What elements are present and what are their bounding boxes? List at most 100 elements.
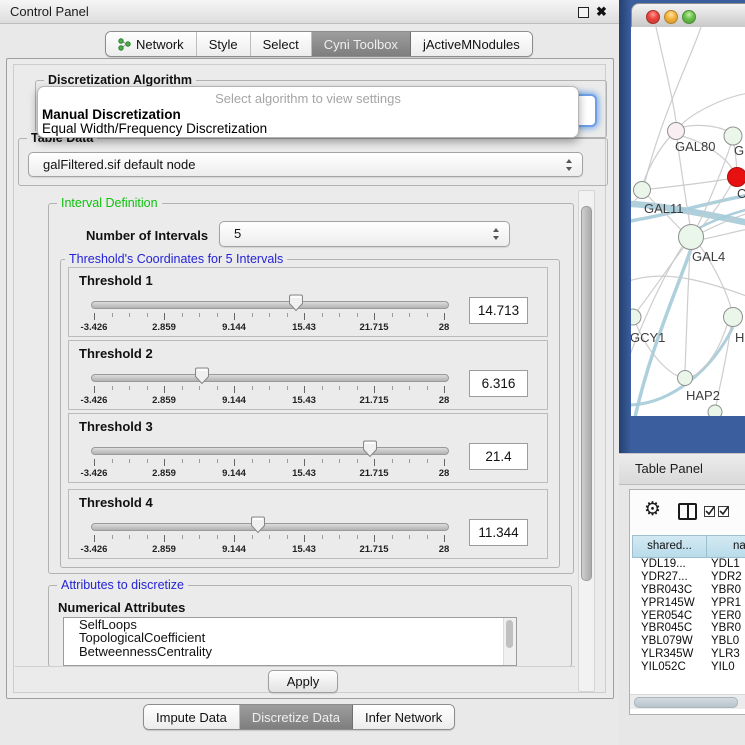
table-row[interactable]: YLR345WYLR3 [632, 648, 744, 661]
panel-title: Control Panel [10, 0, 89, 23]
tick-mark [304, 535, 305, 542]
table-row[interactable]: YIL052CYIL0 [632, 661, 744, 673]
minimize-traffic-light-icon[interactable] [664, 10, 678, 24]
table-header: shared... na [630, 535, 745, 557]
table-horizontal-scrollbar[interactable] [630, 694, 745, 709]
table-data-selected-value: galFiltered.sif default node [43, 153, 195, 176]
tick-mark [392, 535, 393, 539]
tick-mark [427, 459, 428, 463]
scrollbar-thumb[interactable] [634, 697, 738, 708]
network-edge[interactable] [704, 229, 745, 239]
list-item[interactable]: SelfLoops [64, 618, 516, 631]
numerical-attributes-list[interactable]: SelfLoopsTopologicalCoefficientBetweenne… [63, 617, 517, 666]
tick-mark [94, 386, 95, 393]
tick-mark [269, 535, 270, 539]
network-node[interactable] [634, 182, 651, 199]
tab-network[interactable]: Network [106, 32, 197, 56]
tick-mark [287, 535, 288, 539]
table-row[interactable]: YER054CYER0 [632, 610, 744, 623]
tab-cyni-toolbox[interactable]: Cyni Toolbox [312, 32, 411, 56]
network-edge[interactable] [637, 247, 684, 311]
settings-scrollbar[interactable] [578, 190, 595, 692]
network-node[interactable] [728, 168, 745, 187]
column-header-shared-name[interactable]: shared... [632, 535, 707, 558]
slider-handle[interactable] [362, 440, 378, 458]
table-row[interactable]: YBL079W YBL0 [632, 635, 744, 648]
scrollbar-thumb[interactable] [581, 206, 592, 581]
tick-mark [304, 386, 305, 393]
network-node[interactable] [724, 308, 743, 327]
network-node[interactable] [708, 405, 722, 416]
slider-handle[interactable] [194, 367, 210, 385]
float-window-icon[interactable] [578, 7, 589, 18]
popup-option-equal-width-frequency[interactable]: Equal Width/Frequency Discretization [42, 121, 267, 136]
cell-name: YLR3 [711, 648, 740, 660]
list-item[interactable]: TopologicalCoefficient [64, 631, 516, 644]
table-rows[interactable]: YDL19...YDL1YDR27...YDR2YBR043CYBR0YPR14… [632, 558, 744, 673]
table-row[interactable]: YPR145WYPR1 [632, 597, 744, 610]
tab-jactivemnodules[interactable]: jActiveMNodules [411, 32, 532, 56]
apply-button[interactable]: Apply [268, 670, 338, 693]
attributes-scrollbar[interactable] [503, 618, 516, 665]
scrollbar-thumb[interactable] [506, 620, 513, 648]
tab-style[interactable]: Style [197, 32, 251, 56]
slider-track[interactable] [91, 447, 449, 455]
threshold-value-field[interactable]: 11.344 [469, 519, 528, 546]
popup-option-manual-discretization[interactable]: Manual Discretization [42, 107, 181, 122]
tick-mark [129, 459, 130, 463]
application: Control Panel ✖ Network Style Select Cyn… [0, 0, 745, 745]
tab-discretize-data[interactable]: Discretize Data [240, 705, 353, 729]
network-edge[interactable] [683, 125, 729, 132]
tab-impute-data[interactable]: Impute Data [144, 705, 240, 729]
network-canvas[interactable]: GAL80G.CGAL11GAL4GCY1HHAP2 [631, 27, 745, 416]
tick-mark [357, 535, 358, 539]
network-node[interactable] [679, 225, 704, 250]
tick-mark [409, 535, 410, 539]
network-edge[interactable] [656, 27, 676, 122]
network-edge[interactable] [699, 185, 731, 230]
tick-mark [357, 386, 358, 390]
threshold-value-field[interactable]: 6.316 [469, 370, 528, 397]
tick-label: -3.426 [81, 468, 108, 479]
column-header-name[interactable]: na [706, 535, 745, 558]
threshold-value-field[interactable]: 14.713 [469, 297, 528, 324]
table-data-combobox[interactable]: galFiltered.sif default node [28, 152, 583, 177]
gear-icon[interactable]: ⚙ [644, 498, 661, 520]
tick-mark [217, 386, 218, 390]
network-edge[interactable] [644, 134, 673, 181]
slider-track[interactable] [91, 523, 449, 531]
tick-mark [112, 386, 113, 390]
list-item[interactable]: BetweennessCentrality [64, 645, 516, 658]
threshold-value-field[interactable]: 21.4 [469, 443, 528, 470]
split-columns-icon[interactable] [678, 503, 697, 520]
network-edge[interactable] [681, 93, 745, 125]
cell-shared-name: YBL079W [641, 635, 693, 647]
slider-handle[interactable] [250, 516, 266, 534]
tick-mark [234, 459, 235, 466]
network-node[interactable] [631, 309, 641, 325]
slider-track[interactable] [91, 301, 449, 309]
network-node[interactable] [678, 371, 693, 386]
tab-infer-network[interactable]: Infer Network [353, 705, 454, 729]
tick-mark [94, 459, 95, 466]
table-row[interactable]: YDR27...YDR2 [632, 571, 744, 584]
tick-mark [374, 535, 375, 542]
slider-track[interactable] [91, 374, 449, 382]
slider-handle[interactable] [288, 294, 304, 312]
zoom-traffic-light-icon[interactable] [682, 10, 696, 24]
checkbox-checked-icon[interactable] [704, 506, 715, 517]
table-row[interactable]: YBR045CYBR0 [632, 622, 744, 635]
network-edge[interactable] [691, 325, 727, 377]
checkbox-checked-icon[interactable] [718, 506, 729, 517]
table-row[interactable]: YBR043CYBR0 [632, 584, 744, 597]
tab-select[interactable]: Select [251, 32, 312, 56]
network-node[interactable] [668, 123, 685, 140]
number-of-intervals-combobox[interactable]: 5 [219, 221, 510, 247]
table-row[interactable]: YDL19...YDL1 [632, 558, 744, 571]
close-traffic-light-icon[interactable] [646, 10, 660, 24]
close-icon[interactable]: ✖ [596, 2, 607, 21]
tick-mark [182, 386, 183, 390]
cell-name: YBL0 [711, 635, 739, 647]
tick-mark [217, 313, 218, 317]
threshold-label: Threshold 4 [79, 495, 153, 510]
